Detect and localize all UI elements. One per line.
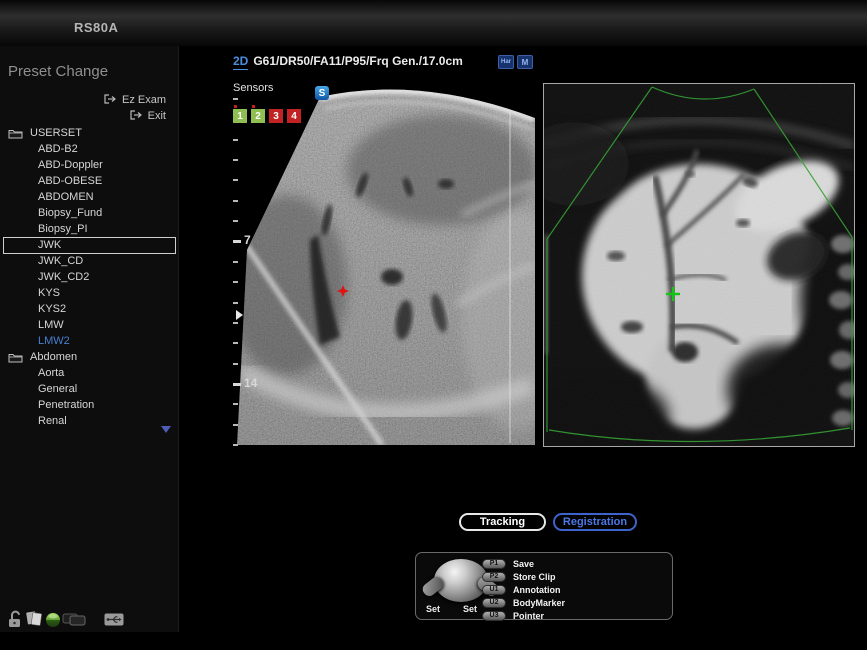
- app-title: RS80A: [74, 20, 118, 35]
- sensor-4-indicator: 4: [287, 109, 301, 123]
- preset-item-lmw2[interactable]: LMW2: [0, 333, 178, 349]
- u3-key[interactable]: U3: [482, 611, 506, 621]
- ez-exam-button[interactable]: Ez Exam: [104, 92, 166, 108]
- sensors-label: Sensors: [233, 82, 273, 94]
- sensor-marker-dot: [234, 105, 237, 108]
- sensor-2-indicator: 2: [251, 109, 265, 123]
- ruler-tick: [233, 200, 238, 202]
- p1-key[interactable]: P1: [482, 559, 506, 569]
- probe-orientation-badge: S: [315, 86, 329, 100]
- p2-key[interactable]: P2: [482, 572, 506, 582]
- panel-actions: Ez Exam Exit: [104, 92, 166, 124]
- preset-item-aorta[interactable]: Aorta: [0, 365, 178, 381]
- u1-key[interactable]: U1: [482, 585, 506, 595]
- ruler-tick: [233, 159, 238, 161]
- softkey-row-save: P1 Save: [482, 557, 565, 570]
- unlock-icon[interactable]: [7, 610, 24, 634]
- ruler-tick: [233, 363, 238, 365]
- usb-icon[interactable]: [104, 612, 124, 632]
- ruler-tick: [233, 424, 238, 426]
- softkey-row-pointer: U3 Pointer: [482, 609, 565, 622]
- set-right-label: Set: [463, 604, 477, 614]
- preset-item-abd-doppler[interactable]: ABD-Doppler: [0, 157, 178, 173]
- preset-item-abd-b2[interactable]: ABD-B2: [0, 141, 178, 157]
- ruler-tick: [233, 444, 238, 446]
- preset-item-renal[interactable]: Renal: [0, 413, 178, 429]
- ruler-depth-label: 7: [244, 233, 251, 247]
- softkey-rows: P1 Save P2 Store Clip U1 Annotation U2 B…: [482, 557, 565, 622]
- preset-item-biopsy-fund[interactable]: Biopsy_Fund: [0, 205, 178, 221]
- sensor-1-indicator: 1: [233, 109, 247, 123]
- exit-button[interactable]: Exit: [104, 108, 166, 124]
- ruler-tick: [233, 322, 238, 324]
- preset-item-jwk-cd[interactable]: JWK_CD: [0, 253, 178, 269]
- fusion-mode-buttons: Tracking Registration: [459, 513, 637, 531]
- ruler-tick: [233, 220, 238, 222]
- documents-icon[interactable]: [25, 609, 44, 633]
- softkey-row-annotation: U1 Annotation: [482, 583, 565, 596]
- image-settings-text: G61/DR50/FA11/P95/Frq Gen./17.0cm: [253, 54, 462, 68]
- registration-button[interactable]: Registration: [553, 513, 637, 531]
- preset-tree: USERSET ABD-B2 ABD-Doppler ABD-OBESE ABD…: [0, 125, 178, 429]
- u2-key[interactable]: U2: [482, 598, 506, 608]
- sensor-3-indicator: 3: [269, 109, 283, 123]
- harmonic-badge-icon: Har: [498, 55, 514, 69]
- depth-ruler: 7 14: [233, 98, 263, 450]
- tracking-button[interactable]: Tracking: [459, 513, 546, 531]
- sensor-marker-dot: [252, 105, 255, 108]
- softkey-row-store-clip: P2 Store Clip: [482, 570, 565, 583]
- ruler-tick: [233, 261, 238, 263]
- scroll-down-indicator[interactable]: [161, 426, 171, 433]
- ruler-tick: [233, 179, 238, 181]
- panel-title: Preset Change: [8, 63, 108, 80]
- preset-item-abdomen-folder[interactable]: Abdomen: [0, 349, 178, 365]
- sensor-indicators: 1 2 3 4: [233, 109, 301, 123]
- screen: RS80A Preset Change Ez Exam Exit USERSET: [0, 0, 867, 650]
- mode-2d-label[interactable]: 2D: [233, 54, 248, 70]
- preset-panel: Preset Change Ez Exam Exit USERSET ABD-B…: [0, 46, 179, 632]
- exit-label: Exit: [148, 110, 166, 122]
- ruler-depth-label: 14: [244, 376, 257, 390]
- preset-item-biopsy-pi[interactable]: Biopsy_PI: [0, 221, 178, 237]
- status-badges: Har M: [498, 55, 533, 69]
- ruler-tick: [233, 281, 238, 283]
- ruler-tick: [233, 302, 238, 304]
- exit-arrow-icon: [104, 94, 117, 107]
- preset-item-lmw[interactable]: LMW: [0, 317, 178, 333]
- image-parameter-bar: 2D G61/DR50/FA11/P95/Frq Gen./17.0cm: [233, 54, 463, 70]
- green-status-icon: [45, 612, 61, 633]
- preset-item-penetration[interactable]: Penetration: [0, 397, 178, 413]
- focus-marker-icon[interactable]: [236, 310, 243, 320]
- ruler-tick: [233, 342, 238, 344]
- preset-item-userset[interactable]: USERSET: [0, 125, 178, 141]
- ruler-tick: [233, 403, 238, 405]
- softkey-row-bodymarker: U2 BodyMarker: [482, 596, 565, 609]
- mri-image[interactable]: [543, 83, 855, 447]
- preset-item-kys2[interactable]: KYS2: [0, 301, 178, 317]
- m-mode-badge-icon: M: [517, 55, 533, 69]
- preset-item-abdomen-caps[interactable]: ABDOMEN: [0, 189, 178, 205]
- ruler-tick: [233, 98, 238, 100]
- preset-item-general[interactable]: General: [0, 381, 178, 397]
- ruler-tick: [233, 240, 241, 243]
- preset-item-jwk-cd2[interactable]: JWK_CD2: [0, 269, 178, 285]
- ruler-tick: [233, 383, 241, 386]
- preset-item-jwk-selected[interactable]: JWK: [0, 237, 178, 253]
- softkey-panel: Set Set P1 Save P2 Store Clip U1 Annotat…: [415, 552, 673, 620]
- preset-item-kys[interactable]: KYS: [0, 285, 178, 301]
- ruler-tick: [233, 139, 238, 141]
- set-left-label: Set: [426, 604, 440, 614]
- dual-display-icon: [62, 611, 87, 633]
- exit-arrow-icon: [130, 110, 143, 123]
- ultrasound-image[interactable]: [232, 85, 535, 445]
- preset-item-abd-obese[interactable]: ABD-OBESE: [0, 173, 178, 189]
- ez-exam-label: Ez Exam: [122, 94, 166, 106]
- top-bar: RS80A: [0, 0, 867, 46]
